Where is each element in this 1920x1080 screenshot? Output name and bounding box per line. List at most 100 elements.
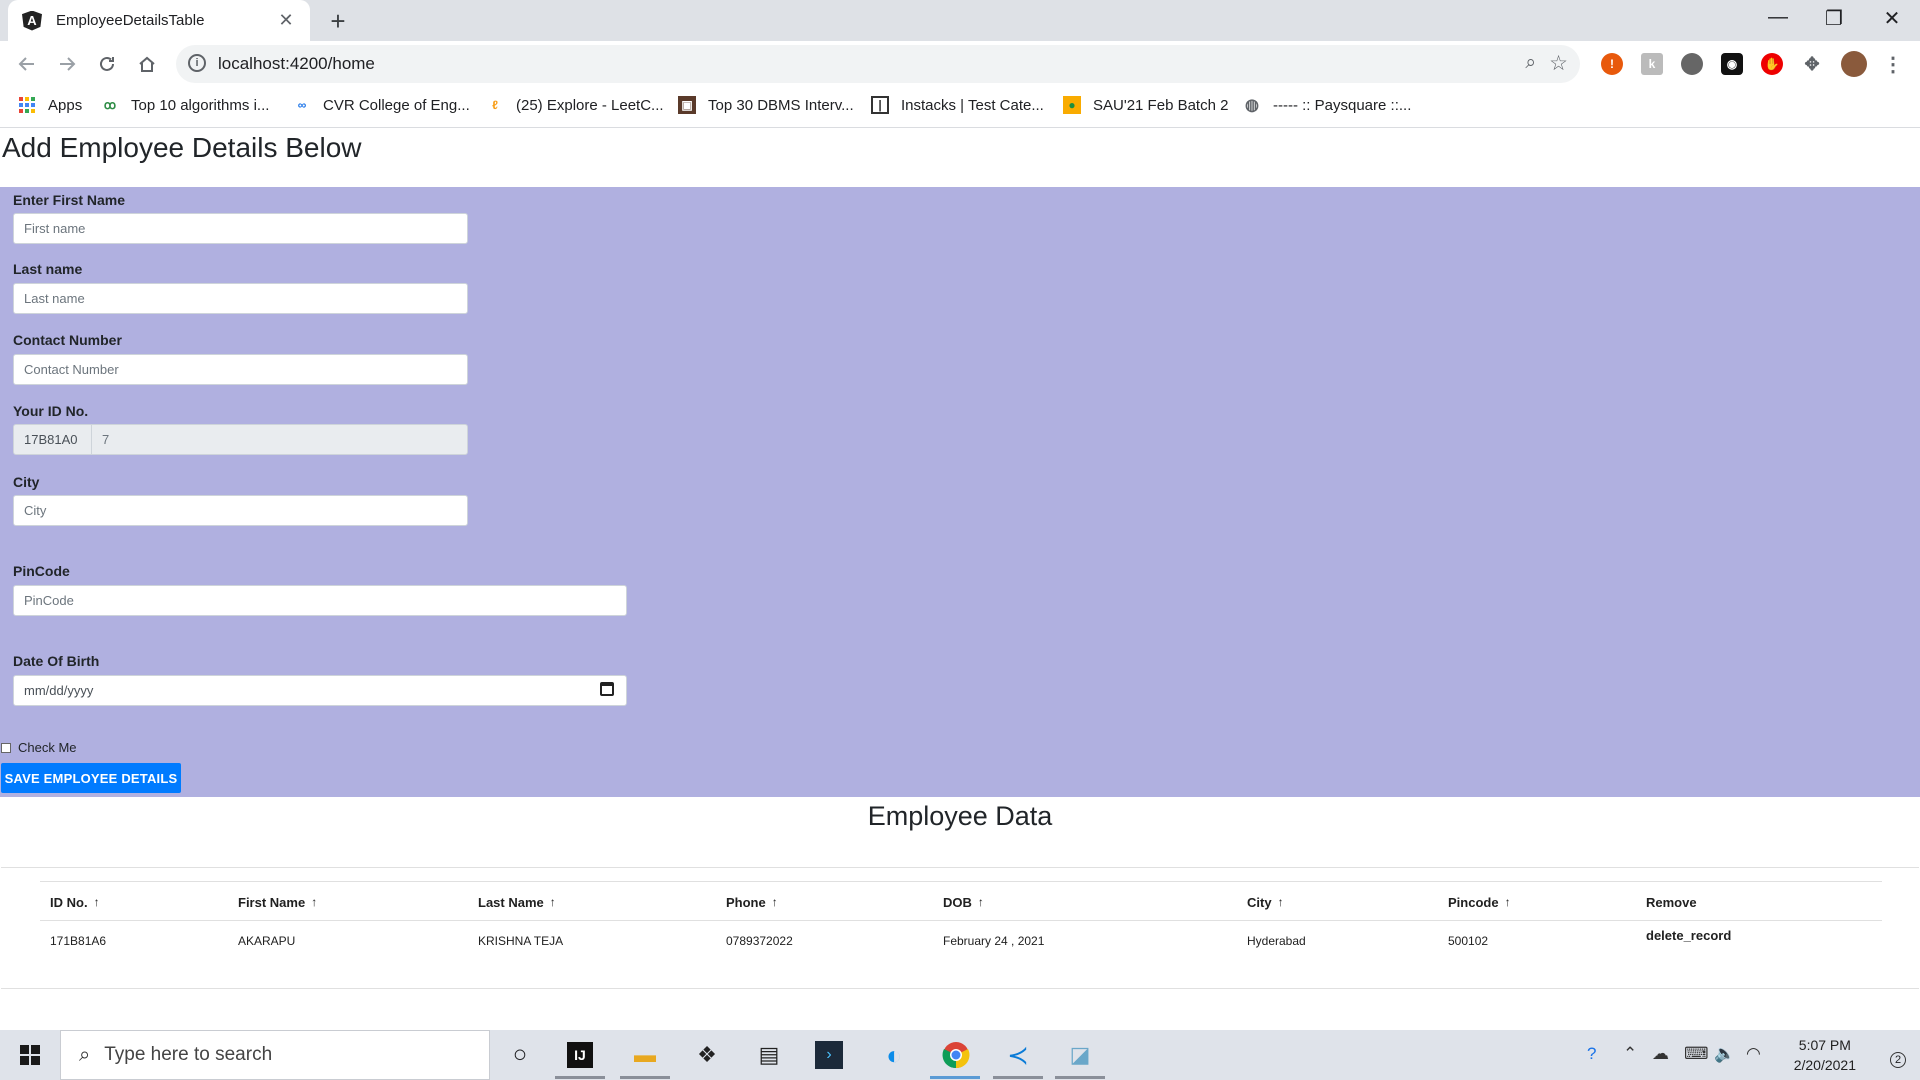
start-button[interactable] [0,1030,60,1080]
first-name-label: Enter First Name [13,192,126,208]
delete-record-button[interactable]: delete_record [1646,915,1731,955]
last-name-label: Last name [13,261,83,277]
first-name-input[interactable] [13,213,468,244]
col-header-dob[interactable]: DOB ↑ [943,882,984,922]
volume-icon[interactable]: 🔈 [1714,1044,1735,1064]
bookmark-star-icon[interactable]: ☆ [1549,51,1568,76]
bookmark-cvr[interactable]: ∞ CVR College of Eng... [293,96,470,114]
help-icon[interactable]: ? [1587,1044,1596,1064]
city-label: City [13,474,40,490]
geeksforgeeks-icon: ꝏ [103,98,117,112]
extensions-puzzle-icon[interactable]: ✥ [1801,53,1823,75]
forward-icon[interactable] [52,49,82,79]
bookmark-label: SAU'21 Feb Batch 2 [1093,96,1229,114]
cell-id: 171B81A6 [50,934,107,948]
col-header-phone[interactable]: Phone ↑ [726,882,778,922]
apps-grid-icon [18,96,36,114]
notifications-icon[interactable]: 2 [1878,1042,1906,1068]
file-explorer-icon[interactable]: ▬ [628,1038,662,1072]
cell-city: Hyderabad [1247,934,1306,948]
close-window-button[interactable]: ✕ [1872,6,1912,31]
new-tab-button[interactable]: + [323,6,353,37]
search-icon: ⌕ [79,1043,91,1066]
column-label: City [1247,894,1272,910]
extension-circle-icon[interactable] [1681,53,1703,75]
pincode-input[interactable] [13,585,627,616]
taskbar-search[interactable]: ⌕ Type here to search [60,1030,490,1080]
minimize-button[interactable]: — [1758,6,1798,29]
sort-arrow-icon: ↑ [977,895,984,909]
column-label: ID No. [50,894,88,910]
extension-adblock-icon[interactable]: ✋ [1761,53,1783,75]
tab-strip: A EmployeeDetailsTable ✕ + — ❐ ✕ [0,0,1920,41]
site-info-icon[interactable]: i [188,54,206,72]
bookmark-leetcode[interactable]: ℓ (25) Explore - LeetC... [486,96,664,114]
dbms-icon: ▣ [678,96,696,114]
clock-date: 2/20/2021 [1793,1057,1856,1073]
contact-number-input[interactable] [13,354,468,385]
save-employee-button[interactable]: SAVE EMPLOYEE DETAILS [1,763,181,793]
col-header-last-name[interactable]: Last Name ↑ [478,882,556,922]
city-input[interactable] [13,495,468,526]
vscode-icon[interactable]: ≺ [1001,1038,1035,1072]
bookmark-classroom[interactable]: ● SAU'21 Feb Batch 2 [1063,96,1228,114]
col-header-id[interactable]: ID No. ↑ [50,882,100,922]
store-icon[interactable]: ▤ [752,1038,786,1072]
back-icon[interactable] [12,49,42,79]
angular-icon: A [22,10,42,31]
dob-label: Date Of Birth [13,653,100,669]
bookmark-label: (25) Explore - LeetC... [516,96,664,114]
cell-first-name: AKARAPU [238,934,296,948]
sort-arrow-icon: ↑ [549,895,556,909]
bookmark-geeksforgeeks[interactable]: ꝏ Top 10 algorithms i... [101,96,270,114]
col-header-pincode[interactable]: Pincode ↑ [1448,882,1511,922]
url-text[interactable]: localhost:4200/home [218,54,375,74]
calendar-icon[interactable] [600,682,614,696]
chrome-running-indicator [930,1076,980,1079]
extension-gray-icon[interactable]: k [1641,53,1663,75]
extension-mask-icon[interactable]: ◉ [1721,53,1743,75]
id-number-input[interactable]: 7 [92,425,467,454]
bookmark-label: Apps [48,96,83,114]
edge-icon[interactable]: ◐ [877,1038,911,1072]
pincode-label: PinCode [13,563,70,579]
sort-arrow-icon: ↑ [1277,895,1284,909]
windows-logo-icon [20,1045,40,1065]
input-indicator-icon[interactable]: ⌨ [1684,1044,1709,1064]
chrome-icon[interactable] [939,1038,973,1072]
address-bar[interactable]: i localhost:4200/home ⌕ ☆ [176,45,1580,83]
reload-icon[interactable] [92,49,122,79]
tab-close-icon[interactable]: ✕ [276,10,296,31]
check-me-checkbox[interactable] [1,742,11,753]
onedrive-icon[interactable]: ☁ [1652,1044,1669,1064]
taskbar: ⌕ Type here to search ○ IJ ▬ ❖ ▤ › ◐ ≺ ◪… [0,1030,1920,1080]
profile-avatar-icon[interactable] [1841,51,1867,77]
notepad-icon[interactable]: ◪ [1063,1038,1097,1072]
zoom-icon[interactable]: ⌕ [1525,52,1536,74]
dropbox-icon[interactable]: ❖ [690,1038,724,1072]
col-header-first-name[interactable]: First Name ↑ [238,882,317,922]
col-header-city[interactable]: City ↑ [1247,882,1284,922]
sort-arrow-icon: ↑ [93,895,100,909]
extension-alert-icon[interactable]: ! [1601,53,1623,75]
last-name-input[interactable] [13,283,468,314]
intellij-icon[interactable]: IJ [567,1042,593,1068]
home-icon[interactable] [132,49,162,79]
show-hidden-icons[interactable]: ⌃ [1623,1044,1637,1064]
globe-icon: ◍ [1245,97,1259,114]
taskbar-clock[interactable]: 5:07 PM 2/20/2021 [1794,1035,1856,1075]
restore-button[interactable]: ❐ [1814,6,1854,31]
menu-kebab-icon[interactable]: ⋮ [1882,53,1904,76]
dob-input[interactable]: mm/dd/yyyy [13,675,627,706]
bookmark-apps[interactable]: Apps [18,96,82,114]
bookmark-dbms[interactable]: ▣ Top 30 DBMS Interv... [678,96,854,114]
wifi-icon[interactable]: ◠ [1746,1044,1761,1064]
cortana-icon[interactable]: ○ [503,1038,537,1072]
powershell-icon[interactable]: › [815,1041,843,1069]
vscode-running-indicator [993,1076,1043,1079]
browser-tab[interactable]: A EmployeeDetailsTable ✕ [8,0,310,41]
classroom-icon: ● [1063,96,1081,114]
bookmark-label: Top 10 algorithms i... [131,96,270,114]
bookmark-instacks[interactable]: | Instacks | Test Cate... [871,96,1044,114]
bookmark-paysquare[interactable]: ◍ ----- :: Paysquare ::... [1243,96,1411,115]
